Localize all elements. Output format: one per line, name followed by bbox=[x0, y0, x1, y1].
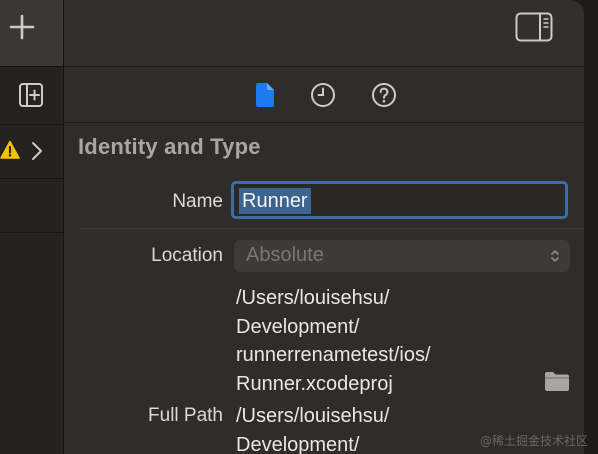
plus-icon[interactable] bbox=[9, 14, 35, 40]
divider bbox=[0, 66, 63, 67]
path-line: /Users/louisehsu/ bbox=[236, 405, 390, 427]
path-line: Development/ bbox=[236, 315, 360, 338]
inspector-panel: Identity and Type Name Runner Location A… bbox=[64, 0, 584, 454]
path-line: Runner.xcodeproj bbox=[236, 372, 393, 395]
chevron-right-icon[interactable] bbox=[30, 140, 44, 162]
file-icon bbox=[256, 83, 274, 107]
divider bbox=[0, 178, 63, 179]
path-line: runnerrenametest/ios/ bbox=[236, 344, 431, 366]
sidebar-toggle-icon[interactable] bbox=[515, 12, 553, 42]
name-label: Name bbox=[172, 191, 223, 212]
clock-icon bbox=[311, 83, 335, 107]
section-title: Identity and Type bbox=[78, 134, 261, 159]
inspector-tabs bbox=[64, 67, 584, 123]
divider bbox=[80, 228, 584, 229]
navigator-strip bbox=[0, 0, 64, 454]
location-select[interactable]: Absolute bbox=[234, 240, 570, 272]
tab-quick-help-inspector[interactable] bbox=[370, 81, 398, 109]
location-path: /Users/louisehsu/ Development/ runnerren… bbox=[236, 284, 556, 398]
path-line: /Users/louisehsu/ bbox=[236, 287, 390, 309]
name-value: Runner bbox=[239, 188, 311, 214]
warning-icon bbox=[0, 140, 20, 159]
tab-history-inspector[interactable] bbox=[309, 81, 337, 109]
question-icon bbox=[372, 83, 396, 107]
full-path-label: Full Path bbox=[148, 405, 223, 426]
location-value: Absolute bbox=[246, 244, 324, 266]
divider bbox=[0, 124, 63, 125]
name-field[interactable]: Runner bbox=[231, 181, 568, 219]
divider bbox=[0, 232, 63, 233]
chevron-updown-icon bbox=[551, 250, 559, 262]
inspector-toolbar bbox=[64, 0, 584, 67]
folder-icon[interactable] bbox=[544, 370, 570, 392]
add-editor-icon[interactable] bbox=[18, 82, 44, 108]
tab-file-inspector[interactable] bbox=[251, 81, 279, 109]
location-label: Location bbox=[151, 245, 223, 266]
divider bbox=[64, 122, 584, 123]
watermark: @稀土掘金技术社区 bbox=[479, 434, 588, 448]
